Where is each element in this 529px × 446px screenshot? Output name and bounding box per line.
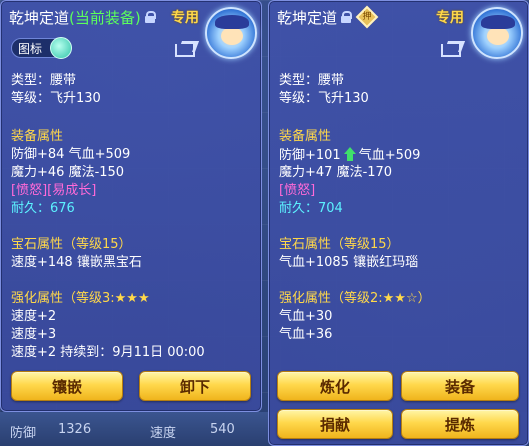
durability: 耐久：704 — [279, 201, 343, 216]
attr-defense: 防御+101 — [279, 148, 341, 163]
refine-button[interactable]: 炼化 — [277, 371, 393, 401]
item-icon — [471, 7, 523, 59]
gem-attr-title: 宝石属性（等级15） — [279, 237, 400, 252]
equip-attr-title: 装备属性 — [279, 129, 332, 144]
item-name: 乾坤定道 — [9, 8, 70, 27]
gem-attr-line: 气血+1085 镶嵌红玛瑙 — [279, 255, 419, 270]
item-type: 类型：腰带 — [11, 73, 77, 88]
attr-line: 魔力+47 魔法-170 — [279, 165, 393, 180]
exclusive-tag: 专用 — [436, 10, 464, 26]
share-icon[interactable] — [441, 41, 461, 57]
gem-attr-title: 宝石属性（等级15） — [11, 237, 132, 252]
enhance-attr-title: 强化属性（等级3:★★★ — [11, 291, 150, 306]
equip-button[interactable]: 装备 — [401, 371, 519, 401]
unequip-button[interactable]: 卸下 — [139, 371, 251, 401]
attr-hp: 气血+509 — [358, 148, 421, 163]
current-equipment-tooltip: 乾坤定道 (当前装备) 专用 图标 类型：腰带 等级：飞升130 装备属性 防御… — [0, 0, 262, 412]
enhance-line: 速度+2 持续到：9月11日 00:00 — [11, 345, 205, 360]
icon-toggle-label: 图标 — [18, 41, 43, 56]
attr-line: 防御+101 气血+509 — [279, 147, 420, 164]
lock-icon[interactable] — [341, 11, 353, 23]
enhance-line: 速度+3 — [11, 327, 57, 342]
title-row: 乾坤定道 (当前装备) — [9, 7, 156, 27]
item-level: 等级：飞升130 — [11, 91, 101, 106]
toggle-knob-icon — [50, 37, 72, 59]
share-icon[interactable] — [175, 41, 195, 57]
lock-icon[interactable] — [144, 11, 156, 23]
enhance-line: 气血+36 — [279, 327, 333, 342]
item-name: 乾坤定道 — [277, 8, 338, 27]
title-row: 乾坤定道 押 — [277, 5, 379, 29]
item-icon — [205, 7, 257, 59]
icon-toggle[interactable]: 图标 — [11, 37, 72, 59]
stat-label-speed: 速度 — [150, 426, 177, 441]
equipped-tag: (当前装备) — [69, 8, 141, 27]
pawn-icon[interactable]: 押 — [355, 5, 379, 29]
special-effects: [愤怒] — [279, 183, 316, 198]
arrow-up-icon — [343, 147, 357, 161]
exclusive-tag: 专用 — [171, 10, 199, 26]
enhance-line: 速度+2 — [11, 309, 57, 324]
special-effects: [愤怒][易成长] — [11, 183, 97, 198]
equip-attr-title: 装备属性 — [11, 129, 64, 144]
durability: 耐久：676 — [11, 201, 75, 216]
item-level: 等级：飞升130 — [279, 91, 369, 106]
enhance-line: 气血+30 — [279, 309, 333, 324]
enhance-attr-title: 强化属性（等级2:★★☆） — [279, 291, 431, 306]
compare-equipment-tooltip: 乾坤定道 押 专用 类型：腰带 等级：飞升130 装备属性 防御+101 气血+5… — [268, 0, 529, 446]
gem-attr-line: 速度+148 镶嵌黑宝石 — [11, 255, 142, 270]
item-type: 类型：腰带 — [279, 73, 345, 88]
stat-value-speed: 540 — [210, 422, 235, 437]
inlay-button[interactable]: 镶嵌 — [11, 371, 123, 401]
stat-label-defense: 防御 — [10, 426, 37, 441]
extract-button[interactable]: 提炼 — [401, 409, 519, 439]
attr-line: 防御+84 气血+509 — [11, 147, 131, 162]
attr-line: 魔力+46 魔法-150 — [11, 165, 125, 180]
donate-button[interactable]: 捐献 — [277, 409, 393, 439]
stat-value-defense: 1326 — [58, 422, 92, 437]
